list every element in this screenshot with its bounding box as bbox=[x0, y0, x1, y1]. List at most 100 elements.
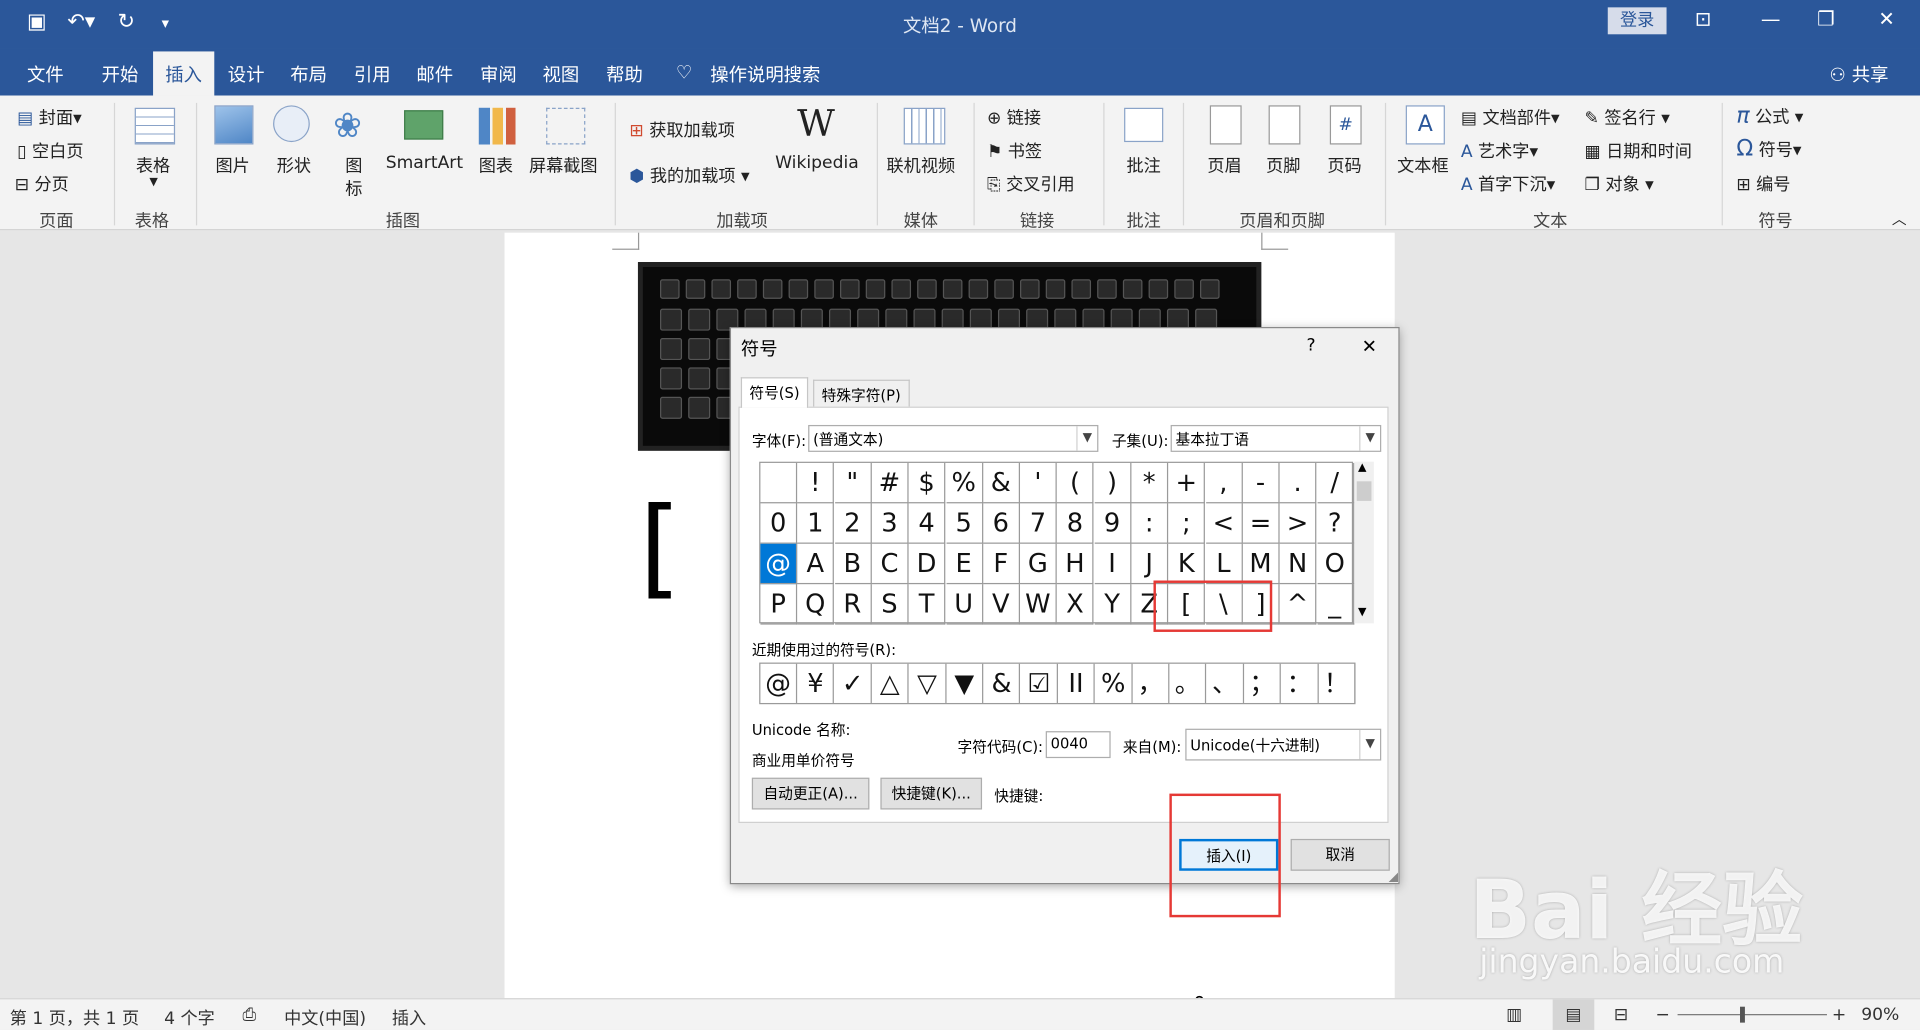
symbol-cell[interactable]: ' bbox=[1020, 462, 1057, 504]
wordart-button[interactable]: A 艺术字▾ bbox=[1461, 138, 1538, 162]
symbol-cell[interactable]: U bbox=[945, 584, 983, 625]
recent-symbol-cell[interactable]: & bbox=[984, 663, 1021, 703]
crossref-button[interactable]: ⎘ 交叉引用 bbox=[987, 171, 1075, 195]
symbol-cell[interactable]: 3 bbox=[871, 503, 909, 544]
symbol-cell[interactable]: ; bbox=[1168, 503, 1206, 544]
ribbon-display-icon[interactable]: ⊡ bbox=[1695, 7, 1711, 30]
shortcut-key-button[interactable]: 快捷键(K)... bbox=[880, 777, 983, 810]
symbol-cell[interactable]: ( bbox=[1057, 462, 1094, 504]
signature-button[interactable]: ✎ 签名行 ▾ bbox=[1585, 105, 1670, 129]
zoom-thumb[interactable] bbox=[1740, 1006, 1745, 1023]
symbol-cell[interactable]: 4 bbox=[908, 503, 946, 544]
recent-symbol-cell[interactable]: % bbox=[1095, 663, 1133, 703]
symbol-cell[interactable]: A bbox=[797, 543, 835, 585]
symbol-cell[interactable]: L bbox=[1205, 543, 1243, 585]
print-layout-icon[interactable]: ▤ bbox=[1552, 999, 1595, 1030]
zoom-level[interactable]: 90% bbox=[1861, 1005, 1899, 1025]
recent-symbol-cell[interactable]: ！ bbox=[1319, 663, 1356, 703]
my-addins-button[interactable]: ⬢ 我的加载项 ▾ bbox=[629, 163, 749, 187]
symbol-cell[interactable]: 9 bbox=[1094, 503, 1132, 544]
autocorrect-button[interactable]: 自动更正(A)... bbox=[751, 777, 870, 810]
recent-symbol-cell[interactable]: ☑ bbox=[1021, 663, 1058, 703]
tab-design[interactable]: 设计 bbox=[228, 61, 265, 87]
tab-file[interactable]: 文件 bbox=[27, 61, 64, 87]
dropcap-button[interactable]: A 首字下沉▾ bbox=[1461, 171, 1555, 195]
word-count[interactable]: 4 个字 bbox=[164, 1005, 215, 1029]
page-number-button[interactable]: 页码 bbox=[1327, 153, 1361, 177]
close-icon[interactable]: ✕ bbox=[1878, 7, 1894, 30]
tab-layout[interactable]: 布局 bbox=[290, 61, 327, 87]
wikipedia-button[interactable]: Wikipedia bbox=[775, 153, 859, 173]
symbol-cell[interactable]: N bbox=[1279, 543, 1317, 585]
symbol-cell[interactable]: ? bbox=[1316, 503, 1354, 544]
cover-page-button[interactable]: ▤ 封面▾ bbox=[17, 105, 82, 129]
symbol-cell[interactable]: C bbox=[871, 543, 909, 585]
tab-review[interactable]: 审阅 bbox=[480, 61, 517, 87]
header-button[interactable]: 页眉 bbox=[1207, 153, 1241, 177]
resize-grip-icon[interactable]: ◢ bbox=[1389, 871, 1398, 884]
symbol-cell[interactable]: B bbox=[834, 543, 872, 585]
symbol-cell[interactable]: * bbox=[1131, 462, 1169, 504]
recent-symbol-cell[interactable]: ； bbox=[1244, 663, 1282, 703]
symbol-cell[interactable]: W bbox=[1020, 584, 1057, 625]
link-button[interactable]: ⊕ 链接 bbox=[987, 105, 1041, 129]
get-addins-button[interactable]: ⊞ 获取加载项 bbox=[629, 118, 735, 142]
symbol-cell[interactable]: > bbox=[1279, 503, 1317, 544]
symbol-button[interactable]: Ω 符号▾ bbox=[1736, 136, 1801, 162]
footer-button[interactable]: 页脚 bbox=[1266, 153, 1300, 177]
symbol-cell[interactable]: + bbox=[1168, 462, 1206, 504]
symbol-cell[interactable]: I bbox=[1094, 543, 1132, 585]
picture-button[interactable]: 图片 bbox=[216, 153, 250, 177]
symbol-cell[interactable]: 0 bbox=[760, 503, 798, 544]
symbol-cell[interactable]: 1 bbox=[797, 503, 835, 544]
recent-symbol-cell[interactable]: ， bbox=[1133, 663, 1170, 703]
symbol-cell[interactable]: , bbox=[1205, 462, 1243, 504]
symbol-cell[interactable]: . bbox=[1279, 462, 1317, 504]
subset-select[interactable]: 基本拉丁语 ▼ bbox=[1170, 424, 1382, 452]
symbol-cell[interactable]: _ bbox=[1316, 584, 1354, 625]
symbol-cell[interactable]: X bbox=[1057, 584, 1094, 625]
symbol-cell[interactable]: J bbox=[1131, 543, 1169, 585]
tab-symbols[interactable]: 符号(S) bbox=[740, 377, 809, 408]
symbol-cell[interactable]: 6 bbox=[983, 503, 1020, 544]
tab-view[interactable]: 视图 bbox=[542, 61, 579, 87]
symbol-cell[interactable]: P bbox=[760, 584, 798, 625]
grid-scrollbar[interactable]: ▲ ▼ bbox=[1354, 461, 1374, 624]
recent-symbol-cell[interactable]: ✓ bbox=[835, 663, 872, 703]
symbol-cell[interactable]: @ bbox=[760, 543, 798, 585]
symbol-cell[interactable]: O bbox=[1316, 543, 1354, 585]
textbox-button[interactable]: 文本框 bbox=[1397, 153, 1448, 177]
recent-symbol-cell[interactable]: 。 bbox=[1170, 663, 1207, 703]
language-status[interactable]: 中文(中国) bbox=[284, 1005, 366, 1029]
scroll-thumb[interactable] bbox=[1356, 481, 1372, 501]
symbol-cell[interactable] bbox=[760, 462, 798, 504]
number-button[interactable]: ⊞ 编号 bbox=[1736, 171, 1790, 195]
comment-button[interactable]: 批注 bbox=[1127, 153, 1161, 177]
symbol-cell[interactable]: 5 bbox=[945, 503, 983, 544]
symbol-cell[interactable]: G bbox=[1020, 543, 1057, 585]
smartart-button[interactable]: SmartArt bbox=[386, 153, 463, 173]
icons-button[interactable]: 图 bbox=[345, 153, 362, 177]
symbol-cell[interactable]: # bbox=[871, 462, 909, 504]
page-break-button[interactable]: ⊟ 分页 bbox=[15, 171, 69, 195]
recent-symbol-cell[interactable]: △ bbox=[872, 663, 909, 703]
datetime-button[interactable]: ▦ 日期和时间 bbox=[1585, 138, 1692, 162]
symbol-cell[interactable]: % bbox=[945, 462, 983, 504]
from-select[interactable]: Unicode(十六进制) ▼ bbox=[1185, 728, 1382, 761]
symbol-cell[interactable]: ^ bbox=[1279, 584, 1317, 625]
chart-button[interactable]: 图表 bbox=[479, 153, 513, 177]
equation-button[interactable]: π 公式 ▾ bbox=[1736, 103, 1803, 129]
recent-symbol-cell[interactable]: @ bbox=[760, 663, 798, 703]
charcode-input[interactable]: 0040 bbox=[1045, 731, 1111, 759]
insert-mode[interactable]: 插入 bbox=[392, 1005, 426, 1029]
symbol-cell[interactable]: = bbox=[1242, 503, 1280, 544]
minimize-icon[interactable]: — bbox=[1761, 7, 1781, 30]
zoom-in-icon[interactable]: + bbox=[1832, 1005, 1846, 1025]
symbol-cell[interactable]: $ bbox=[908, 462, 946, 504]
recent-symbol-cell[interactable]: 、 bbox=[1207, 663, 1244, 703]
scroll-up-icon[interactable]: ▲ bbox=[1358, 462, 1366, 474]
dialog-close-button[interactable]: ✕ bbox=[1362, 336, 1377, 358]
screenshot-button[interactable]: 屏幕截图 bbox=[529, 153, 598, 177]
collapse-ribbon-icon[interactable]: ︿ bbox=[1892, 208, 1907, 229]
recent-symbol-cell[interactable]: ▽ bbox=[909, 663, 947, 703]
